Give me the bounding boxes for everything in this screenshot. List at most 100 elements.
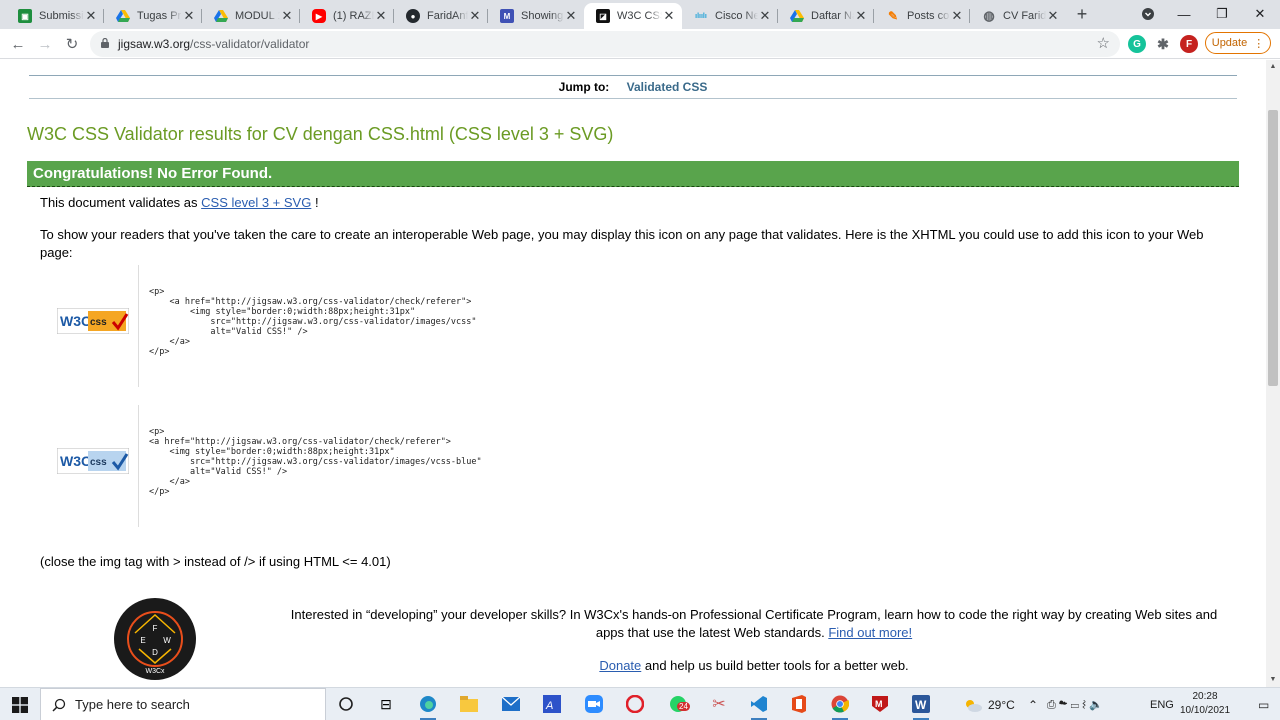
svg-text:W: W bbox=[163, 636, 171, 645]
tab-cisco[interactable]: ılıılı Cisco Net ✕ bbox=[682, 3, 778, 29]
success-banner: Congratulations! No Error Found. bbox=[27, 161, 1239, 187]
tab-submission[interactable]: ▣ Submission ✕ bbox=[6, 3, 104, 29]
promo-paragraph: Interested in “developing” your develope… bbox=[290, 607, 1218, 640]
tray-chevron-icon[interactable]: ⌃ bbox=[1028, 688, 1038, 720]
close-tab-icon[interactable]: ✕ bbox=[374, 8, 388, 24]
close-tab-icon[interactable]: ✕ bbox=[468, 8, 482, 24]
vscode-icon[interactable] bbox=[749, 694, 769, 720]
mail-icon[interactable] bbox=[501, 694, 521, 714]
jump-to-bar: Jump to: Validated CSS bbox=[0, 80, 1266, 94]
cortana-icon[interactable] bbox=[336, 694, 356, 714]
tab-posts[interactable]: ✎ Posts con ✕ bbox=[874, 3, 970, 29]
close-tab-icon[interactable]: ✕ bbox=[280, 8, 294, 24]
tab-showing[interactable]: M Showing ✕ bbox=[488, 3, 584, 29]
close-tab-icon[interactable]: ✕ bbox=[854, 8, 868, 24]
lock-icon bbox=[101, 38, 109, 48]
code-snippet-standard[interactable]: <p> <a href="http://jigsaw.w3.org/css-va… bbox=[138, 265, 638, 387]
bookmark-star-icon[interactable]: ☆ bbox=[1097, 34, 1110, 52]
google-drive-icon bbox=[214, 9, 228, 23]
weather-widget[interactable]: 29°C bbox=[962, 688, 1015, 720]
file-explorer-icon[interactable] bbox=[459, 694, 479, 714]
tab-w3c-css[interactable]: ◪ W3C CSS ✕ bbox=[584, 3, 682, 29]
taskbar-search[interactable]: Type here to search bbox=[40, 688, 326, 720]
tab-modul[interactable]: MODUL 1 ✕ bbox=[202, 3, 300, 29]
close-tab-icon[interactable]: ✕ bbox=[84, 8, 98, 24]
app-store-icon[interactable]: A bbox=[542, 694, 562, 714]
new-tab-icon[interactable]: + bbox=[1072, 3, 1092, 25]
tab-cv-farid[interactable]: ◍ CV Farid ✕ bbox=[970, 3, 1066, 29]
close-tab-icon[interactable]: ✕ bbox=[182, 8, 196, 24]
close-tab-icon[interactable]: ✕ bbox=[950, 8, 964, 24]
tab-youtube[interactable]: ▶ (1) RAZER ✕ bbox=[300, 3, 394, 29]
opera-icon[interactable] bbox=[625, 694, 645, 714]
divider bbox=[29, 98, 1237, 99]
tab-tugas[interactable]: Tugas Pra ✕ bbox=[104, 3, 202, 29]
donate-link[interactable]: Donate bbox=[599, 658, 641, 673]
back-icon[interactable]: ← bbox=[7, 33, 29, 55]
code-snippet-blue[interactable]: <p> <a href="http://jigsaw.w3.org/css-va… bbox=[138, 405, 638, 527]
chrome-icon[interactable] bbox=[830, 694, 850, 720]
mcafee-icon[interactable]: M bbox=[870, 694, 890, 714]
blogger-icon: ✎ bbox=[887, 9, 899, 23]
whatsapp-icon[interactable]: 24 bbox=[668, 694, 690, 714]
cisco-icon: ılıılı bbox=[695, 12, 707, 20]
snipping-tool-icon[interactable]: ✂ bbox=[709, 694, 729, 714]
svg-text:W3C: W3C bbox=[60, 453, 91, 469]
windows-taskbar: Type here to search ⊟ A 24 ✂ M W 29°C ⌃ … bbox=[0, 687, 1280, 720]
forward-icon[interactable]: → bbox=[34, 33, 56, 55]
notification-badge: 24 bbox=[677, 702, 690, 711]
edge-icon[interactable] bbox=[418, 694, 438, 720]
grammarly-icon[interactable]: G bbox=[1128, 35, 1146, 53]
close-tab-icon[interactable]: ✕ bbox=[564, 8, 578, 24]
task-view-icon[interactable]: ⊟ bbox=[376, 694, 396, 714]
clock[interactable]: 20:28 10/10/2021 bbox=[1170, 690, 1240, 718]
github-icon: ● bbox=[406, 9, 420, 23]
svg-text:css: css bbox=[90, 317, 107, 328]
close-window-icon[interactable]: ✕ bbox=[1242, 0, 1278, 28]
notification-icon[interactable]: ▭ bbox=[1258, 688, 1269, 720]
page-viewport: Jump to: Validated CSS W3C CSS Validator… bbox=[0, 60, 1266, 687]
valid-css-badge: W3C css bbox=[56, 307, 130, 335]
valid-css-blue-badge: W3C css bbox=[56, 447, 130, 475]
divider bbox=[29, 75, 1237, 76]
word-icon[interactable]: W bbox=[911, 694, 931, 720]
minimize-icon[interactable]: — bbox=[1166, 0, 1202, 28]
svg-text:W3C: W3C bbox=[60, 313, 91, 329]
tab-search-icon[interactable] bbox=[1130, 0, 1166, 28]
profile-avatar[interactable]: F bbox=[1180, 35, 1198, 53]
svg-text:W: W bbox=[915, 698, 927, 712]
scroll-down-icon[interactable]: ▼ bbox=[1266, 673, 1280, 687]
maximize-icon[interactable]: ❐ bbox=[1204, 0, 1240, 28]
scroll-up-icon[interactable]: ▲ bbox=[1266, 60, 1280, 74]
system-tray-icons[interactable]: ⎙☁▭⌇🔈 bbox=[1047, 688, 1106, 720]
address-bar[interactable]: jigsaw.w3.org/css-validator/validator ☆ bbox=[90, 31, 1120, 57]
update-button[interactable]: Update ⋮ bbox=[1205, 32, 1271, 54]
youtube-icon: ▶ bbox=[312, 9, 326, 23]
tab-strip: ▣ Submission ✕ Tugas Pra ✕ MODUL 1 ✕ ▶ (… bbox=[0, 0, 1280, 29]
zoom-icon[interactable] bbox=[584, 694, 604, 714]
svg-text:A: A bbox=[545, 700, 553, 712]
weather-icon bbox=[966, 699, 982, 712]
office-icon[interactable] bbox=[789, 694, 809, 714]
close-tab-icon[interactable]: ✕ bbox=[662, 8, 676, 24]
tab-github[interactable]: ● FaridAnfa ✕ bbox=[394, 3, 488, 29]
svg-text:F: F bbox=[153, 624, 158, 633]
svg-text:W3Cx: W3Cx bbox=[145, 668, 165, 675]
search-icon bbox=[52, 698, 66, 712]
close-tab-icon[interactable]: ✕ bbox=[758, 8, 772, 24]
url-text: jigsaw.w3.org/css-validator/validator bbox=[118, 37, 310, 51]
extensions-icon[interactable]: ✱ bbox=[1154, 35, 1172, 53]
google-drive-icon bbox=[116, 9, 130, 23]
scrollbar-thumb[interactable] bbox=[1268, 110, 1278, 386]
windows-start-icon[interactable] bbox=[12, 697, 28, 713]
vertical-scrollbar[interactable]: ▲ ▼ bbox=[1266, 60, 1280, 687]
validated-css-link[interactable]: Validated CSS bbox=[627, 80, 708, 94]
tab-daftar[interactable]: Daftar Na ✕ bbox=[778, 3, 874, 29]
reload-icon[interactable]: ↻ bbox=[61, 33, 83, 55]
jump-to-label: Jump to: bbox=[558, 80, 610, 94]
css-level-link[interactable]: CSS level 3 + SVG bbox=[201, 195, 311, 210]
svg-text:D: D bbox=[152, 648, 158, 657]
bookmark-icon: M bbox=[500, 9, 514, 23]
close-tab-icon[interactable]: ✕ bbox=[1046, 8, 1060, 24]
find-out-more-link[interactable]: Find out more! bbox=[828, 625, 912, 640]
